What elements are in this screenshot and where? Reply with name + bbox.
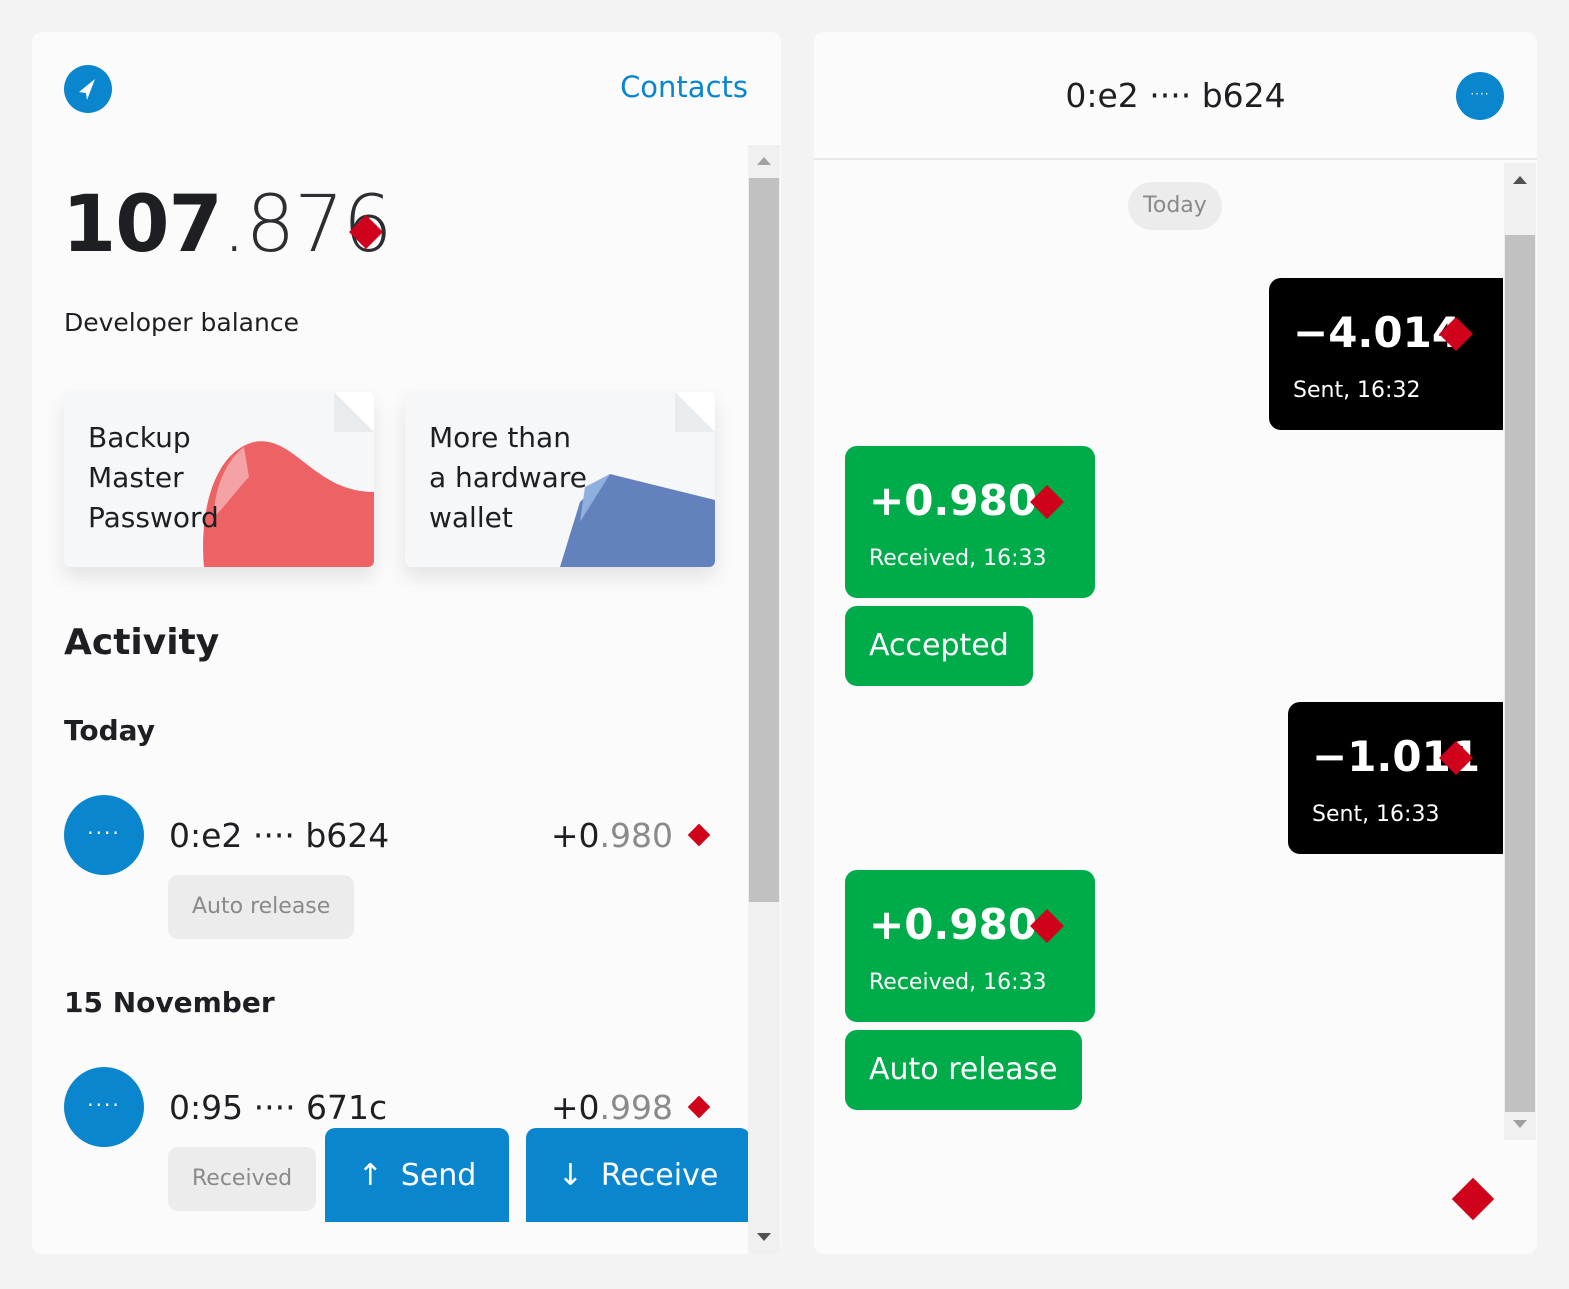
- contacts-link[interactable]: Contacts: [620, 70, 748, 104]
- transaction-amount: +0.998: [550, 1088, 673, 1127]
- scroll-down-arrow-icon[interactable]: [1513, 1120, 1527, 1128]
- message-subtitle: Received, 16:33: [869, 546, 1047, 571]
- wallet-panel: Contacts 107.876 Developer balance Backu…: [32, 32, 781, 1254]
- contact-avatar[interactable]: ····: [64, 1067, 144, 1147]
- card-title: More than a hardware wallet: [429, 421, 587, 534]
- date-heading: Today: [64, 714, 155, 747]
- hardware-wallet-card[interactable]: More than a hardware wallet: [405, 392, 715, 567]
- balance-label: Developer balance: [64, 308, 299, 337]
- sent-message[interactable]: −4.014 Sent, 16:32: [1269, 278, 1503, 430]
- scroll-up-arrow-icon[interactable]: [757, 157, 771, 165]
- more-options-icon[interactable]: ····: [1456, 72, 1504, 120]
- chat-panel: 0:e2 ···· b624 ···· Today −4.014 Sent, 1…: [814, 32, 1537, 1254]
- message-subtitle: Received, 16:33: [869, 970, 1047, 995]
- status-badge: Auto release: [845, 1030, 1082, 1110]
- message-subtitle: Sent, 16:33: [1312, 802, 1440, 827]
- received-message[interactable]: +0.980 Received, 16:33: [845, 446, 1095, 598]
- date-heading: 15 November: [64, 986, 275, 1019]
- card-title: Backup Master Password: [88, 421, 219, 534]
- message-amount: −4.014: [1293, 308, 1462, 357]
- chat-header: 0:e2 ···· b624 ····: [814, 32, 1537, 160]
- balance-amount: 107.876: [62, 186, 392, 264]
- contact-avatar[interactable]: ····: [64, 795, 144, 875]
- balance-integer: 107: [62, 180, 223, 270]
- message-amount: +0.980: [869, 900, 1038, 949]
- coin-diamond-icon[interactable]: [1451, 1177, 1495, 1221]
- message-amount: +0.980: [869, 476, 1038, 525]
- backup-password-card[interactable]: Backup Master Password: [64, 392, 374, 567]
- scrollbar-thumb[interactable]: [1505, 235, 1535, 1112]
- send-label: Send: [400, 1157, 477, 1193]
- scrollbar-thumb[interactable]: [749, 178, 779, 902]
- status-badge: Auto release: [168, 875, 355, 939]
- transaction-address[interactable]: 0:95 ···· 671c: [169, 1088, 387, 1127]
- activity-heading: Activity: [64, 622, 220, 663]
- coin-diamond-icon: [687, 823, 711, 847]
- arrow-down-icon: ↓: [557, 1157, 583, 1193]
- send-button[interactable]: ↑ Send: [325, 1128, 509, 1222]
- scroll-up-arrow-icon[interactable]: [1513, 176, 1527, 184]
- message-subtitle: Sent, 16:32: [1293, 378, 1421, 403]
- received-message[interactable]: +0.980 Received, 16:33: [845, 870, 1095, 1022]
- arrow-logo-icon[interactable]: [64, 65, 112, 113]
- chat-title: 0:e2 ···· b624: [1065, 76, 1286, 115]
- coin-diamond-icon: [687, 1095, 711, 1119]
- receive-label: Receive: [600, 1157, 719, 1193]
- sent-message[interactable]: −1.011 Sent, 16:33: [1288, 702, 1503, 854]
- receive-button[interactable]: ↓ Receive: [526, 1128, 750, 1222]
- transaction-amount: +0.980: [550, 816, 673, 855]
- status-badge: Received: [168, 1147, 317, 1211]
- status-badge: Accepted: [845, 606, 1033, 686]
- arrow-up-icon: ↑: [357, 1157, 383, 1193]
- transaction-address[interactable]: 0:e2 ···· b624: [169, 816, 389, 855]
- scroll-down-arrow-icon[interactable]: [757, 1233, 771, 1241]
- day-separator: Today: [1128, 182, 1222, 230]
